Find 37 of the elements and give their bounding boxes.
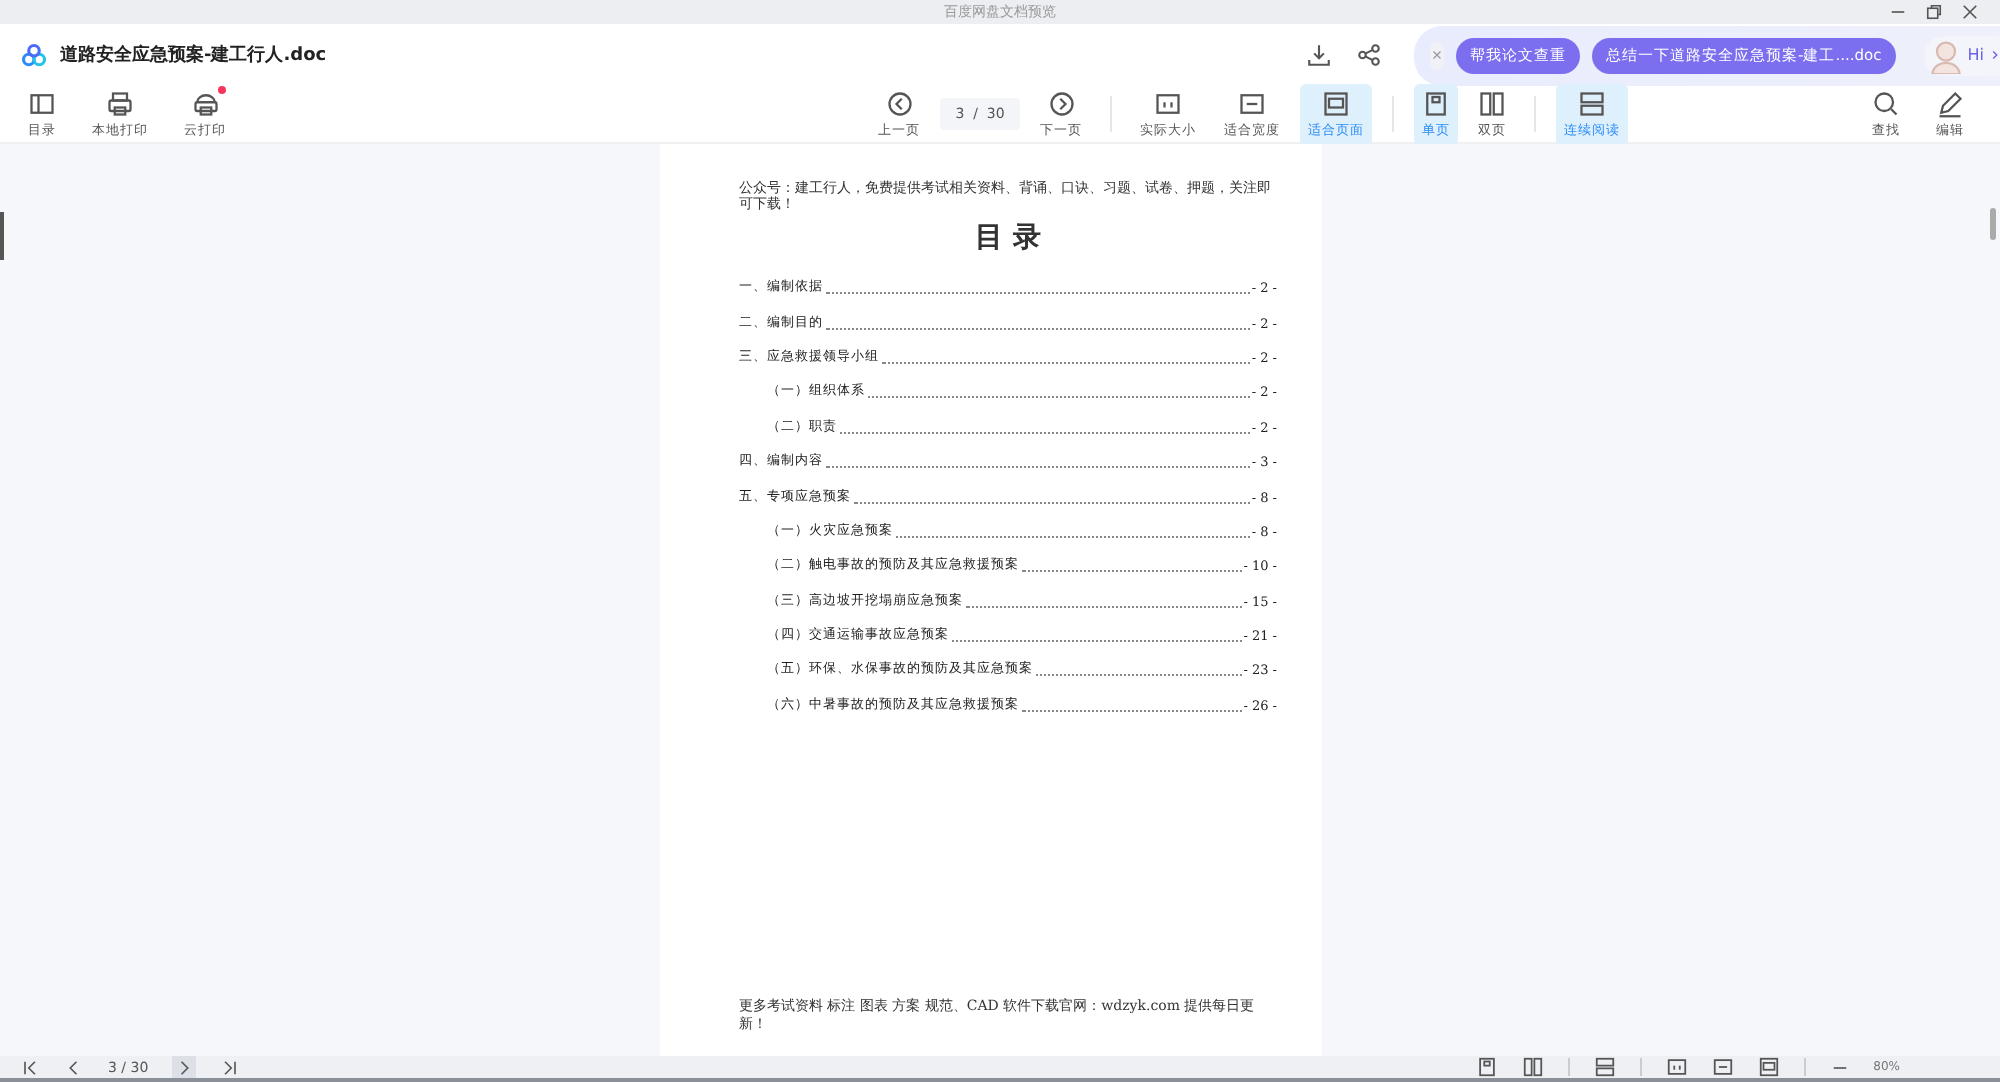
pencil-icon [1936,89,1964,117]
search-icon [1872,89,1900,117]
assistant-button[interactable]: Hi [1923,35,2000,75]
fit-width-icon [1238,89,1266,117]
printer-icon [191,89,219,117]
sidebar-handle[interactable] [0,212,4,260]
single-page-icon[interactable] [1475,1056,1498,1078]
share-icon[interactable] [1356,42,1382,68]
double-page-icon[interactable] [1521,1056,1544,1078]
close-button[interactable] [1430,41,1444,69]
restore-icon[interactable] [1924,2,1944,22]
toc-heading: 目 录 [973,219,1043,256]
last-page-icon[interactable] [220,1057,241,1077]
fit-page-icon[interactable] [1757,1056,1780,1078]
next-page-button[interactable] [172,1056,197,1078]
single-page-icon [1422,89,1450,117]
document-filename: 道路安全应急预案-建工行人.doc [60,42,327,68]
avatar-icon [1927,37,1964,73]
continuous-page-icon [1578,89,1606,117]
continuous-page-icon[interactable] [1593,1056,1616,1078]
double-page-icon [1478,89,1506,117]
close-icon[interactable] [1960,2,1980,22]
greeting-text: Hi [1967,46,1984,64]
printer-icon [106,89,134,117]
chevron-right-icon [1987,48,2000,62]
fit-width-icon[interactable] [1711,1056,1734,1078]
chevron-right-icon [1047,89,1075,117]
download-icon[interactable] [1306,42,1332,68]
actual-size-icon [1154,89,1182,117]
cloud-logo-icon [20,41,48,69]
scrollbar-thumb[interactable] [1990,208,1996,240]
chevron-left-icon [885,89,913,117]
first-page-icon[interactable] [20,1057,40,1077]
actual-size-icon[interactable] [1665,1056,1688,1078]
fit-page-icon [1322,89,1350,117]
sidebar-icon [28,89,56,117]
close-icon [1430,48,1444,62]
